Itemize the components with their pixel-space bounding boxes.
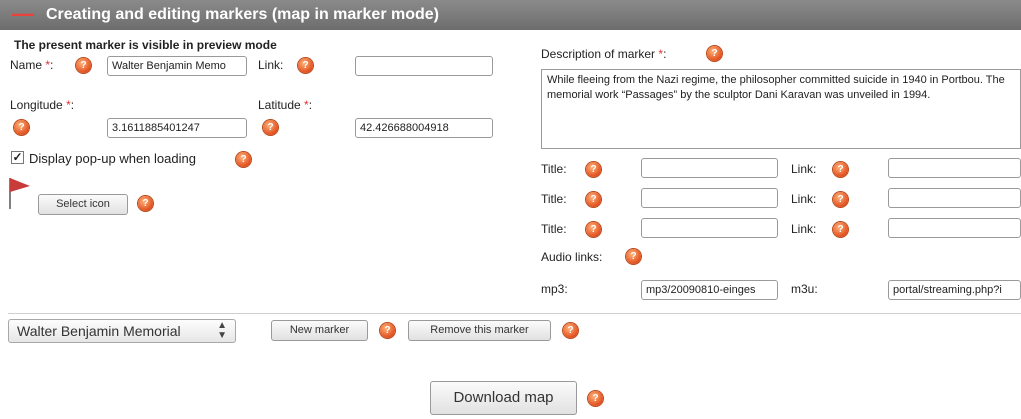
popup-checkbox[interactable]: ✓	[11, 151, 24, 164]
marker-select-value: Walter Benjamin Memorial	[17, 323, 181, 339]
link-label: Link:	[258, 58, 284, 72]
link-label: Link:	[791, 192, 817, 206]
remove-marker-button[interactable]: Remove this marker	[408, 320, 551, 341]
help-icon[interactable]: ?	[14, 120, 29, 135]
m3u-input[interactable]: portal/streaming.php?i	[888, 280, 1021, 300]
help-icon[interactable]: ?	[833, 222, 848, 237]
latitude-input[interactable]: 42.426688004918	[355, 118, 493, 138]
audio-links-label: Audio links:	[541, 250, 603, 264]
section-header[interactable]: — Creating and editing markers (map in m…	[0, 0, 1021, 30]
mp3-label: mp3:	[541, 282, 568, 296]
new-marker-button[interactable]: New marker	[271, 320, 368, 341]
help-icon[interactable]: ?	[138, 196, 153, 211]
link-input[interactable]	[355, 56, 493, 76]
title-label: Title:	[541, 222, 567, 236]
title-label: Title:	[541, 192, 567, 206]
download-map-button[interactable]: Download map	[430, 381, 577, 415]
help-icon[interactable]: ?	[626, 249, 641, 264]
title-label: Title:	[541, 162, 567, 176]
help-icon[interactable]: ?	[236, 152, 251, 167]
link-label: Link:	[791, 222, 817, 236]
chevron-updown-icon: ▲ ▼	[217, 320, 227, 341]
longitude-label: Longitude *:	[10, 98, 75, 112]
help-icon[interactable]: ?	[586, 162, 601, 177]
select-icon-button[interactable]: Select icon	[38, 194, 128, 215]
description-textarea[interactable]: While fleeing from the Nazi regime, the …	[541, 69, 1021, 149]
popup-label: Display pop-up when loading	[29, 151, 196, 166]
name-input[interactable]: Walter Benjamin Memo	[107, 56, 247, 76]
latitude-label: Latitude *:	[258, 98, 313, 112]
help-icon[interactable]: ?	[298, 58, 313, 73]
name-label: Name *:	[10, 58, 54, 72]
link-input-1[interactable]	[888, 158, 1021, 178]
help-icon[interactable]: ?	[380, 323, 395, 338]
help-icon[interactable]: ?	[263, 120, 278, 135]
red-flag-icon	[9, 178, 30, 209]
mp3-input[interactable]: mp3/20090810-einges	[641, 280, 778, 300]
link-input-2[interactable]	[888, 188, 1021, 208]
title-input-2[interactable]	[641, 188, 778, 208]
help-icon[interactable]: ?	[563, 323, 578, 338]
longitude-input[interactable]: 3.1611885401247	[107, 118, 247, 138]
help-icon[interactable]: ?	[586, 222, 601, 237]
marker-select[interactable]: Walter Benjamin Memorial ▲ ▼	[8, 319, 236, 343]
help-icon[interactable]: ?	[76, 58, 91, 73]
divider	[8, 313, 1021, 314]
title-input-3[interactable]	[641, 218, 778, 238]
help-icon[interactable]: ?	[707, 46, 722, 61]
title-input-1[interactable]	[641, 158, 778, 178]
visible-note: The present marker is visible in preview…	[14, 38, 277, 52]
m3u-label: m3u:	[791, 282, 818, 296]
description-label: Description of marker *:	[541, 47, 667, 61]
minus-icon[interactable]: —	[12, 3, 34, 25]
link-label: Link:	[791, 162, 817, 176]
section-title: Creating and editing markers (map in mar…	[46, 6, 439, 23]
help-icon[interactable]: ?	[833, 162, 848, 177]
help-icon[interactable]: ?	[833, 192, 848, 207]
help-icon[interactable]: ?	[588, 391, 603, 406]
link-input-3[interactable]	[888, 218, 1021, 238]
help-icon[interactable]: ?	[586, 192, 601, 207]
